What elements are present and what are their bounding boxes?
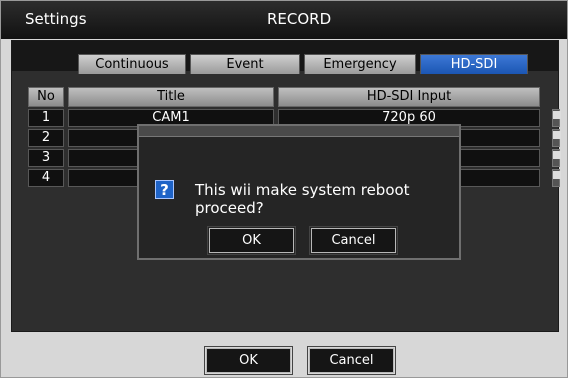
header-title: Title [68,87,274,107]
spinner-arrow-icon [553,131,561,139]
dialog-ok-button[interactable]: OK [207,226,296,255]
tab-emergency[interactable]: Emergency [304,54,416,74]
question-icon: ? [155,180,174,199]
tab-event[interactable]: Event [190,54,300,74]
window-title: Settings [25,10,87,28]
dialog-cancel-button[interactable]: Cancel [309,226,398,255]
spinner-arrow-icon [553,151,561,159]
row-3-no: 3 [28,149,64,167]
row-2-spinner[interactable] [552,129,561,147]
header-hd-sdi-input: HD-SDI Input [278,87,540,107]
row-1-spinner[interactable] [552,109,561,127]
settings-window: Settings RECORD Continuous Event Emergen… [0,0,568,378]
cancel-button[interactable]: Cancel [307,346,396,375]
row-4-no: 4 [28,169,64,187]
tab-strip: Continuous Event Emergency HD-SDI [12,41,558,74]
row-4-spinner[interactable] [552,169,561,187]
dialog-message: This wii make system reboot proceed? [195,181,410,217]
dialog-title-bar [139,126,459,137]
row-3-spinner[interactable] [552,149,561,167]
title-bar: Settings RECORD [1,1,567,39]
tab-hd-sdi[interactable]: HD-SDI [420,54,528,74]
tab-continuous[interactable]: Continuous [78,54,186,74]
row-2-no: 2 [28,129,64,147]
spinner-arrow-icon [553,171,561,179]
reboot-dialog: ? This wii make system reboot proceed? O… [137,124,461,260]
spinner-arrow-icon [553,111,561,119]
page-title: RECORD [267,10,332,28]
header-no: No [28,87,64,107]
ok-button[interactable]: OK [204,346,293,375]
row-1-no: 1 [28,109,64,127]
